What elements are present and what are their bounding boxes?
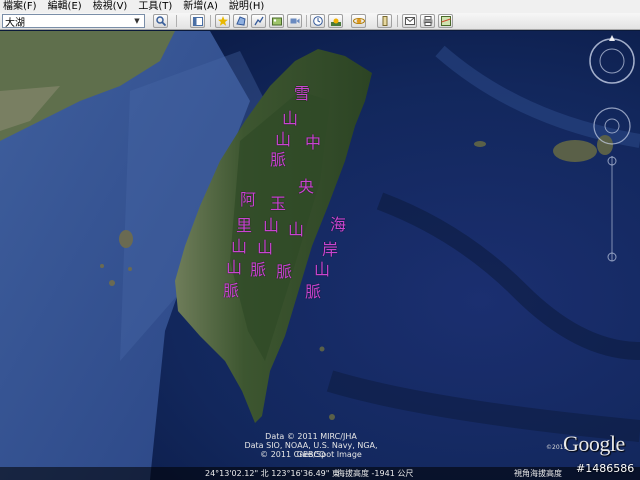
label-char-coastal-2: 山: [314, 260, 331, 279]
menu-tools[interactable]: 工具(T): [138, 0, 172, 13]
sunlight-button[interactable]: [328, 14, 343, 28]
label-char-alishan-3: 山: [226, 258, 243, 277]
toolbar-divider: [210, 15, 211, 27]
image-overlay-icon: [271, 17, 282, 26]
path-icon: [253, 16, 264, 26]
label-char-yushan-0: 玉: [270, 194, 287, 213]
label-char-central-0: 中: [305, 133, 322, 152]
attribution-line-1: Data © 2011 MIRC/JHA: [265, 432, 357, 441]
label-char-xueshan-1: 山: [282, 109, 299, 128]
label-char-xueshan-2: 山: [275, 130, 292, 149]
label-char-alishan-4: 脈: [223, 281, 240, 300]
label-char-alishan-0: 阿: [240, 190, 257, 209]
label-char-coastal-3: 脈: [305, 282, 322, 301]
label-char-alishan-1: 里: [236, 216, 253, 235]
label-char-coastal-0: 海: [330, 215, 347, 234]
switch-to-sky-button[interactable]: [351, 14, 366, 28]
switch-to-sky-icon: [352, 18, 365, 24]
search-input[interactable]: [3, 15, 131, 27]
label-char-alishan-2: 山: [231, 237, 248, 256]
view-in-maps-icon: [440, 16, 451, 26]
add-placemark-button[interactable]: [215, 14, 230, 28]
record-tour-button[interactable]: [287, 14, 302, 28]
attribution-line-3: © 2011 Cnes/Spot Image: [260, 450, 362, 459]
toolbar-divider: [397, 15, 398, 27]
label-char-xueshan-0: 雪: [294, 84, 311, 103]
menu-add[interactable]: 新增(A): [183, 0, 218, 13]
label-char-xueshan-3: 脈: [270, 150, 287, 169]
menu-file[interactable]: 檔案(F): [3, 0, 37, 13]
label-char-central-3: 脈: [276, 262, 293, 281]
search-icon: [155, 16, 166, 26]
label-char-coastal-1: 岸: [322, 240, 339, 259]
menu-edit[interactable]: 編輯(E): [48, 0, 82, 13]
sunlight-icon: [330, 18, 341, 26]
ruler-button[interactable]: [377, 14, 392, 28]
email-button[interactable]: [402, 14, 417, 28]
altitude-readout: 海拔高度 -1941 公尺: [337, 469, 414, 478]
menu-help[interactable]: 說明(H): [229, 0, 264, 13]
label-char-yushan-3: 脈: [250, 260, 267, 279]
historical-imagery-button[interactable]: [310, 14, 325, 28]
toolbar: ▼: [0, 13, 640, 30]
satellite-imagery: [0, 31, 640, 480]
polygon-icon: [235, 16, 246, 26]
toolbar-divider: [306, 15, 307, 27]
label-char-yushan-1: 山: [263, 216, 280, 235]
label-char-central-1: 央: [298, 177, 315, 196]
add-path-button[interactable]: [251, 14, 266, 28]
menu-bar: 檔案(F) 編輯(E) 檢視(V) 工具(T) 新增(A) 說明(H): [0, 0, 640, 13]
placemark-icon: [217, 16, 228, 26]
email-icon: [404, 17, 415, 25]
search-box: ▼: [2, 14, 145, 28]
earth-view[interactable]: 雪 山 山 脈 中 央 山 脈 玉 山 山 脈 阿 里 山 山 脈 海 岸 山 …: [0, 31, 640, 480]
status-bar: 24°13'02.12" 北 123°16'36.49" 東 海拔高度 -194…: [0, 467, 640, 480]
sidebar-icon: [192, 16, 203, 26]
coordinates-readout: 24°13'02.12" 北 123°16'36.49" 東: [205, 469, 340, 478]
record-tour-icon: [290, 18, 299, 24]
sidebar-button[interactable]: [190, 14, 205, 28]
print-button[interactable]: [420, 14, 435, 28]
view-in-maps-button[interactable]: [438, 14, 453, 28]
chevron-down-icon[interactable]: ▼: [131, 15, 143, 27]
print-icon: [423, 16, 432, 26]
watermark: #1486586: [576, 462, 635, 475]
eye-altitude-readout: 視角海拔高度: [514, 469, 562, 478]
toolbar-divider: [176, 15, 177, 27]
ruler-icon: [382, 16, 387, 26]
search-button[interactable]: [153, 14, 168, 28]
label-char-yushan-2: 山: [257, 238, 274, 257]
google-logo: Google: [563, 431, 625, 456]
historical-imagery-icon: [312, 16, 323, 26]
label-char-central-2: 山: [288, 220, 305, 239]
add-image-overlay-button[interactable]: [269, 14, 284, 28]
add-polygon-button[interactable]: [233, 14, 248, 28]
menu-view[interactable]: 檢視(V): [93, 0, 128, 13]
